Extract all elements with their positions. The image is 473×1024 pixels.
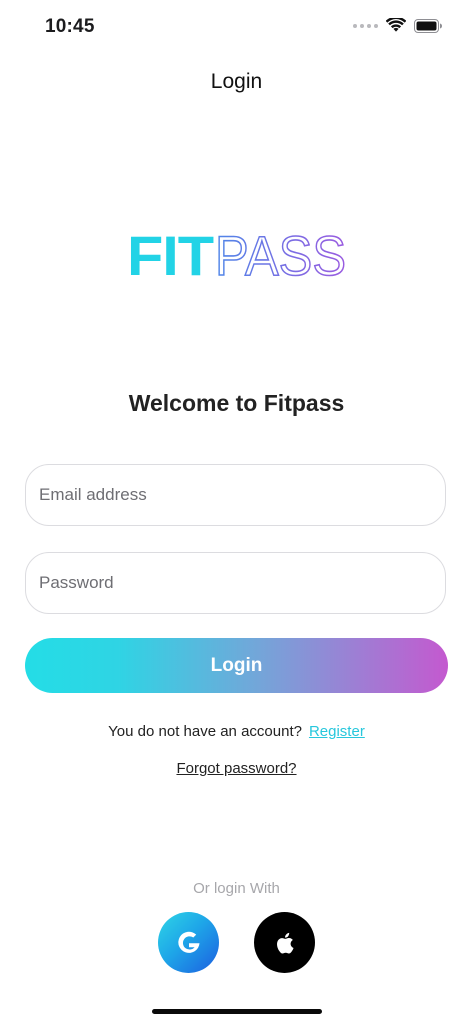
welcome-heading: Welcome to Fitpass	[128, 390, 345, 416]
or-login-with-text: Or login With	[193, 880, 280, 897]
logo-fit-text: FIT	[127, 226, 214, 278]
apple-login-button[interactable]	[254, 912, 315, 973]
register-prompt: You do not have an account? Register	[0, 723, 473, 740]
google-g-icon	[177, 931, 199, 953]
google-login-button[interactable]	[158, 912, 219, 973]
cellular-dots-icon	[353, 23, 378, 28]
battery-icon	[414, 18, 442, 33]
wifi-icon	[386, 18, 406, 32]
forgot-password-link[interactable]: Forgot password?	[0, 760, 473, 777]
email-field-container	[25, 464, 446, 526]
home-indicator	[152, 1009, 322, 1014]
login-button[interactable]: Login	[25, 638, 448, 693]
page-title: Login	[210, 70, 263, 93]
status-bar: 10:45	[0, 0, 473, 54]
password-field-container	[25, 552, 446, 614]
status-icons	[353, 18, 443, 33]
email-input[interactable]	[26, 465, 445, 525]
fitpass-logo: FIT PASS	[127, 226, 347, 278]
status-time: 10:45	[45, 16, 95, 37]
register-link[interactable]: Register	[309, 723, 365, 740]
apple-logo-icon	[276, 932, 293, 954]
no-account-text: You do not have an account?	[108, 723, 302, 740]
logo-pass-text: PASS	[215, 226, 346, 278]
password-input[interactable]	[26, 553, 445, 613]
